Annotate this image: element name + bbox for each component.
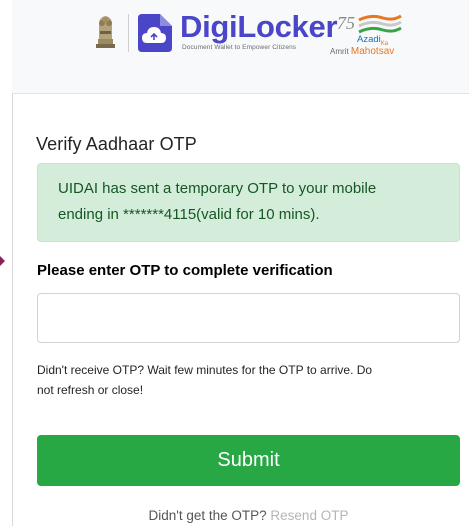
alert-line-2: ending in *******4115(valid for 10 mins)… xyxy=(58,206,320,223)
national-emblem-icon xyxy=(96,16,115,48)
help-line-2: not refresh or close! xyxy=(37,383,144,397)
resend-prompt: Didn't get the OTP? xyxy=(148,508,267,523)
otp-help-text: Didn't receive OTP? Wait few minutes for… xyxy=(37,360,462,400)
azadi-word: Azadi xyxy=(357,34,381,45)
mahotsav-word: Mahotsav xyxy=(350,46,395,57)
brand-name: DigiLocker xyxy=(180,9,338,44)
header-divider xyxy=(128,14,129,52)
otp-sent-alert: UIDAI has sent a temporary OTP to your m… xyxy=(37,163,460,242)
alert-line-1: UIDAI has sent a temporary OTP to your m… xyxy=(58,180,377,197)
brand-tagline: Document Wallet to Empower Citizens xyxy=(182,44,297,51)
resend-row: Didn't get the OTP? Resend OTP xyxy=(37,508,460,523)
digilocker-cloud-icon xyxy=(138,14,172,52)
azadi-75-mark: 75 xyxy=(337,13,355,33)
amrit-word: Amrit xyxy=(330,47,349,56)
verify-otp-page: DigiLocker Document Wallet to Empower Ci… xyxy=(0,0,469,526)
otp-field-label: Please enter OTP to complete verificatio… xyxy=(37,262,333,279)
resend-otp-link[interactable]: Resend OTP xyxy=(270,508,348,523)
page-title: Verify Aadhaar OTP xyxy=(36,134,197,154)
submit-button[interactable]: Submit xyxy=(37,435,460,486)
otp-input[interactable] xyxy=(37,293,460,343)
help-line-1: Didn't receive OTP? Wait few minutes for… xyxy=(37,363,373,377)
amrit-mahotsav-label: Amrit Mahotsav xyxy=(330,47,394,57)
header-bar: DigiLocker Document Wallet to Empower Ci… xyxy=(12,0,469,94)
pointer-marker xyxy=(0,256,6,266)
